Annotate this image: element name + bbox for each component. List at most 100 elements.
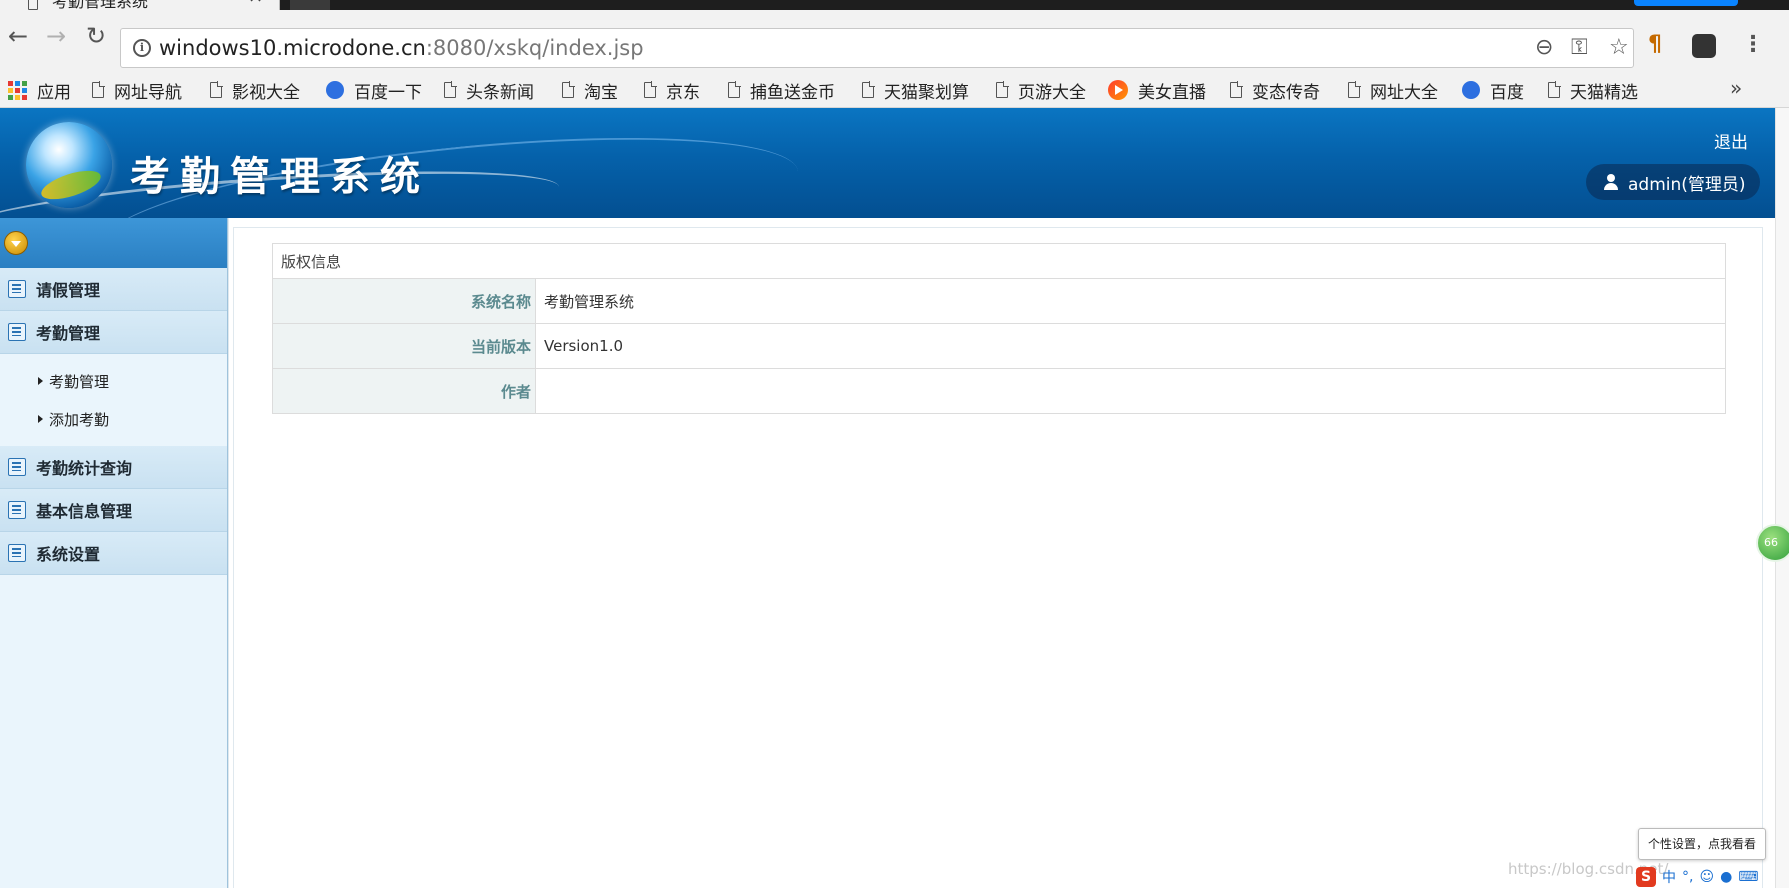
row-value: Version1.0 bbox=[535, 323, 1726, 369]
sidebar-header bbox=[0, 218, 227, 268]
bookmark-item[interactable]: 网址导航 bbox=[92, 78, 182, 103]
url-host: windows10.microdone.cn bbox=[159, 36, 426, 60]
forward-arrow-icon[interactable]: → bbox=[42, 22, 70, 50]
incognito-extension-icon[interactable] bbox=[1692, 34, 1716, 58]
bookmark-label: 美女直播 bbox=[1138, 82, 1206, 103]
page-icon bbox=[1230, 81, 1243, 98]
sidebar-group-label: 考勤统计查询 bbox=[36, 459, 133, 478]
bookmark-item[interactable]: 影视大全 bbox=[210, 78, 300, 103]
ime-logo-icon[interactable]: S bbox=[1636, 867, 1656, 887]
bookmark-label: 天猫聚划算 bbox=[884, 82, 969, 103]
screen: 考勤管理系统 × ← → ↻ i windows10.microdone.cn:… bbox=[0, 0, 1789, 888]
bookmark-label: 头条新闻 bbox=[466, 82, 534, 103]
table-row: 系统名称 考勤管理系统 bbox=[272, 278, 1726, 324]
sidebar-group-statistics[interactable]: 考勤统计查询 bbox=[0, 446, 227, 489]
list-icon bbox=[8, 544, 26, 562]
row-label: 作者 bbox=[272, 368, 536, 414]
sidebar-group-leave[interactable]: 请假管理 bbox=[0, 268, 227, 311]
bookmark-label: 网址导航 bbox=[114, 82, 182, 103]
sidebar-group-attendance[interactable]: 考勤管理 bbox=[0, 311, 227, 354]
pilcrow-extension-icon[interactable]: ¶ bbox=[1648, 32, 1662, 57]
sidebar-group-label: 请假管理 bbox=[36, 281, 101, 300]
bookmarks-bar: 应用 网址导航 影视大全 百度一下 头条新闻 淘宝 京东 捕鱼送金币 天猫聚划算… bbox=[0, 72, 1789, 108]
scrollbar-track[interactable] bbox=[1775, 108, 1789, 888]
browser-tab[interactable]: 考勤管理系统 × bbox=[0, 0, 280, 11]
bookmark-item[interactable]: 天猫聚划算 bbox=[862, 78, 969, 103]
bookmark-item[interactable]: 百度一下 bbox=[326, 78, 422, 103]
current-user-badge[interactable]: admin(管理员) bbox=[1586, 164, 1760, 200]
key-icon[interactable]: ⚿ bbox=[1571, 35, 1588, 60]
bookmark-item[interactable]: 天猫精选 bbox=[1548, 78, 1638, 103]
bookmark-item[interactable]: 捕鱼送金币 bbox=[728, 78, 835, 103]
table-caption: 版权信息 bbox=[272, 243, 1726, 279]
url-path: :8080/xskq/index.jsp bbox=[425, 36, 644, 60]
bookmark-label: 网址大全 bbox=[1370, 82, 1438, 103]
ime-tooltip[interactable]: 个性设置，点我看看 bbox=[1638, 828, 1766, 860]
ime-keyboard-icon[interactable]: ⌨ bbox=[1738, 869, 1758, 885]
address-bar[interactable]: i windows10.microdone.cn:8080/xskq/index… bbox=[120, 28, 1634, 68]
baidu-paw-icon bbox=[326, 81, 344, 99]
bookmark-item[interactable]: 淘宝 bbox=[562, 78, 618, 103]
logout-link[interactable]: 退出 bbox=[1714, 128, 1748, 153]
bookmark-label: 百度 bbox=[1490, 82, 1524, 103]
zoom-out-icon[interactable]: ⊖ bbox=[1535, 35, 1553, 60]
page-icon bbox=[644, 81, 657, 98]
bookmark-star-icon[interactable]: ☆ bbox=[1609, 35, 1629, 60]
caret-right-icon bbox=[38, 377, 43, 385]
bookmarks-overflow-icon[interactable]: » bbox=[1730, 76, 1742, 100]
main-content: 版权信息 系统名称 考勤管理系统 当前版本 Version1.0 作者 bbox=[228, 218, 1763, 888]
sidebar-group-settings[interactable]: 系统设置 bbox=[0, 532, 227, 575]
page-icon bbox=[1548, 81, 1561, 98]
list-icon bbox=[8, 280, 26, 298]
bookmark-apps[interactable]: 应用 bbox=[8, 78, 71, 103]
app-title: 考勤管理系统 bbox=[130, 154, 430, 200]
sidebar-item-add-attendance[interactable]: 添加考勤 bbox=[0, 400, 227, 438]
bookmark-item[interactable]: 变态传奇 bbox=[1230, 78, 1320, 103]
bookmark-item[interactable]: 页游大全 bbox=[996, 78, 1086, 103]
page-icon bbox=[444, 81, 457, 98]
bookmark-item[interactable]: 京东 bbox=[644, 78, 700, 103]
ime-mic-icon[interactable]: ● bbox=[1720, 869, 1732, 885]
list-icon bbox=[8, 501, 26, 519]
bookmark-label: 京东 bbox=[666, 82, 700, 103]
bookmark-item[interactable]: 百度 bbox=[1462, 78, 1524, 103]
sidebar-item-attendance-manage[interactable]: 考勤管理 bbox=[0, 362, 227, 400]
sidebar: 请假管理 考勤管理 考勤管理 添加考勤 考勤统计查询 基本信息管理 系统设置 bbox=[0, 218, 228, 888]
baidu-paw-icon bbox=[1462, 81, 1480, 99]
tab-close-icon[interactable]: × bbox=[248, 0, 263, 7]
sidebar-item-label: 考勤管理 bbox=[49, 372, 110, 391]
apps-grid-icon bbox=[8, 80, 27, 100]
bookmark-label: 应用 bbox=[37, 82, 71, 103]
bookmark-item[interactable]: 头条新闻 bbox=[444, 78, 534, 103]
sidebar-group-basic-info[interactable]: 基本信息管理 bbox=[0, 489, 227, 532]
browser-toolbar: ← → ↻ i windows10.microdone.cn:8080/xskq… bbox=[0, 10, 1789, 72]
reload-icon[interactable]: ↻ bbox=[82, 22, 110, 50]
ime-punct-icon[interactable]: °, bbox=[1682, 869, 1693, 885]
bookmark-item[interactable]: 网址大全 bbox=[1348, 78, 1438, 103]
content-frame: 版权信息 系统名称 考勤管理系统 当前版本 Version1.0 作者 bbox=[233, 227, 1763, 888]
copyright-info-table: 版权信息 系统名称 考勤管理系统 当前版本 Version1.0 作者 bbox=[272, 243, 1726, 414]
collapse-toggle-icon[interactable] bbox=[4, 231, 28, 255]
ime-mode-label[interactable]: 中 bbox=[1662, 867, 1676, 887]
page-icon bbox=[996, 81, 1009, 98]
sidebar-group-label: 系统设置 bbox=[36, 545, 101, 564]
floating-assistant-ball[interactable]: 66 bbox=[1756, 524, 1789, 562]
back-arrow-icon[interactable]: ← bbox=[4, 22, 32, 50]
bookmark-item[interactable]: 美女直播 bbox=[1108, 78, 1206, 103]
list-icon bbox=[8, 458, 26, 476]
bookmark-label: 页游大全 bbox=[1018, 82, 1086, 103]
app-header: 考勤管理系统 退出 admin(管理员) bbox=[0, 108, 1775, 218]
ime-emoji-icon[interactable]: ☺ bbox=[1699, 869, 1714, 885]
page-icon bbox=[562, 81, 575, 98]
url-text[interactable]: windows10.microdone.cn:8080/xskq/index.j… bbox=[159, 36, 644, 60]
window-account-button[interactable] bbox=[1634, 0, 1738, 6]
bookmark-label: 天猫精选 bbox=[1570, 82, 1638, 103]
sidebar-item-label: 添加考勤 bbox=[49, 410, 110, 429]
site-info-icon[interactable]: i bbox=[133, 39, 151, 57]
page-icon bbox=[210, 81, 223, 98]
new-tab-button[interactable] bbox=[290, 0, 330, 10]
browser-menu-icon[interactable]: ⋮ bbox=[1742, 32, 1764, 57]
tab-strip: 考勤管理系统 × bbox=[0, 0, 1789, 11]
ime-toolbar[interactable]: S 中 °, ☺ ● ⌨ bbox=[1636, 866, 1776, 888]
row-value: 考勤管理系统 bbox=[535, 278, 1726, 324]
